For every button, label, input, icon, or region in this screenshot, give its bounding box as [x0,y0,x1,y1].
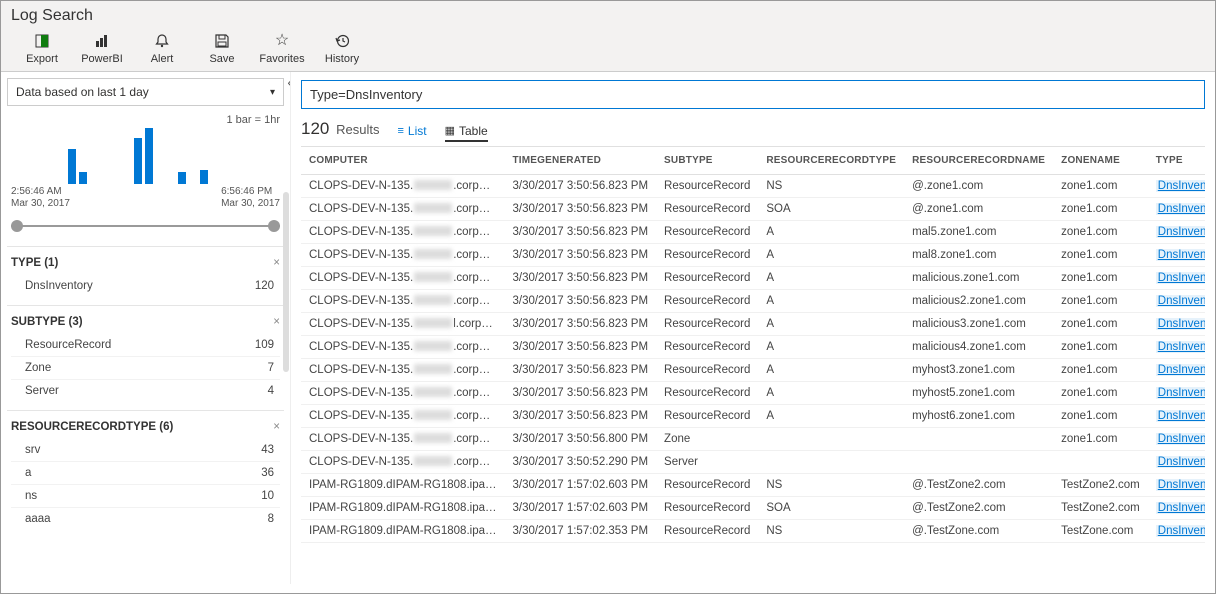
table-row[interactable]: CLOPS-DEV-N-135..corp…3/30/2017 3:50:56.… [301,404,1205,427]
slider-handle-start[interactable] [11,220,23,232]
powerbi-button[interactable]: PowerBI [85,33,119,65]
type-link[interactable]: DnsInventory [1156,525,1205,537]
type-link[interactable]: DnsInventory [1156,502,1205,514]
table-row[interactable]: CLOPS-DEV-N-135..corp…3/30/2017 3:50:56.… [301,358,1205,381]
column-header[interactable]: TYPE [1148,147,1205,175]
facet-item[interactable]: aaaa8 [11,508,280,530]
bell-icon [154,33,170,49]
export-button[interactable]: Export [25,33,59,65]
type-link[interactable]: DnsInventory [1156,410,1205,422]
facet-title: SUBTYPE (3) [11,316,83,328]
view-list-toggle[interactable]: ≡ List [397,124,426,138]
facet-item[interactable]: a36 [11,462,280,485]
time-histogram[interactable] [7,128,284,184]
facet-item[interactable]: srv43 [11,439,280,462]
histogram-bar[interactable] [134,138,142,184]
type-link[interactable]: DnsInventory [1156,180,1205,192]
table-row[interactable]: CLOPS-DEV-N-135..corp…3/30/2017 3:50:52.… [301,450,1205,473]
type-link[interactable]: DnsInventory [1156,479,1205,491]
type-link[interactable]: DnsInventory [1156,364,1205,376]
histogram-bar[interactable] [178,172,186,184]
results-bar: 120 Results ≡ List ▦ Table [301,119,1205,142]
collapse-sidebar-chevron-icon[interactable]: ‹ [287,74,291,90]
table-row[interactable]: CLOPS-DEV-N-135..corp…3/30/2017 3:50:56.… [301,427,1205,450]
type-link[interactable]: DnsInventory [1156,249,1205,261]
sidebar: ‹ Data based on last 1 day ▾ 1 bar = 1hr… [1,72,291,584]
table-row[interactable]: IPAM-RG1809.dIPAM-RG1808.ipa…3/30/2017 1… [301,496,1205,519]
facet-item[interactable]: ns10 [11,485,280,508]
table-row[interactable]: CLOPS-DEV-N-135..corp…3/30/2017 3:50:56.… [301,381,1205,404]
facet-item[interactable]: Zone7 [11,357,280,380]
save-icon [214,33,230,49]
type-link[interactable]: DnsInventory [1156,456,1205,468]
favorites-button[interactable]: ☆ Favorites [265,33,299,65]
type-link[interactable]: DnsInventory [1156,387,1205,399]
facet-item[interactable]: ResourceRecord109 [11,334,280,357]
facet-item[interactable]: Server4 [11,380,280,402]
page-title: Log Search [11,7,1205,25]
toolbar: Export PowerBI Alert Save ☆ Favorites Hi… [11,33,1205,65]
column-header[interactable]: COMPUTER [301,147,504,175]
results-table-wrap[interactable]: COMPUTERTIMEGENERATEDSUBTYPERESOURCERECO… [301,146,1205,585]
type-link[interactable]: DnsInventory [1156,318,1205,330]
type-link[interactable]: DnsInventory [1156,272,1205,284]
type-link[interactable]: DnsInventory [1156,433,1205,445]
facet-clear-icon[interactable]: × [273,257,280,269]
type-link[interactable]: DnsInventory [1156,226,1205,238]
facet-item[interactable]: DnsInventory120 [11,275,280,297]
history-button[interactable]: History [325,33,359,65]
time-range-dropdown[interactable]: Data based on last 1 day ▾ [7,78,284,106]
histogram-bar[interactable] [79,172,87,184]
query-input[interactable] [301,80,1205,109]
results-count: 120 [301,119,329,138]
column-header[interactable]: ZONENAME [1053,147,1148,175]
column-header[interactable]: TIMEGENERATED [504,147,656,175]
chart-time-labels: 2:56:46 AM Mar 30, 2017 6:56:46 PM Mar 3… [7,184,284,210]
table-row[interactable]: CLOPS-DEV-N-135..corp…3/30/2017 3:50:56.… [301,174,1205,197]
histogram-bar[interactable] [200,170,208,184]
type-link[interactable]: DnsInventory [1156,295,1205,307]
alert-button[interactable]: Alert [145,33,179,65]
slider-handle-end[interactable] [268,220,280,232]
sidebar-scrollbar[interactable] [283,192,289,372]
powerbi-icon [94,33,110,49]
table-row[interactable]: CLOPS-DEV-N-135..corp…3/30/2017 3:50:56.… [301,220,1205,243]
table-row[interactable]: CLOPS-DEV-N-135..corp…3/30/2017 3:50:56.… [301,335,1205,358]
table-row[interactable]: IPAM-RG1809.dIPAM-RG1808.ipa…3/30/2017 1… [301,473,1205,496]
facet-group: TYPE (1) × DnsInventory120 [7,246,284,305]
facet-title: RESOURCERECORDTYPE (6) [11,421,173,433]
facet-clear-icon[interactable]: × [273,316,280,328]
facet-group: RESOURCERECORDTYPE (6) × srv43a36ns10aaaa8 [7,410,284,538]
facet-clear-icon[interactable]: × [273,421,280,433]
histogram-bar[interactable] [145,128,153,184]
type-link[interactable]: DnsInventory [1156,341,1205,353]
list-icon: ≡ [397,125,403,137]
table-row[interactable]: CLOPS-DEV-N-135..corp…3/30/2017 3:50:56.… [301,266,1205,289]
history-icon [334,33,350,49]
table-row[interactable]: IPAM-RG1809.dIPAM-RG1808.ipa…3/30/2017 1… [301,519,1205,542]
main-panel: 120 Results ≡ List ▦ Table COMPUTERTIMEG… [291,72,1215,584]
chart-legend: 1 bar = 1hr [7,114,280,126]
results-table: COMPUTERTIMEGENERATEDSUBTYPERESOURCERECO… [301,147,1205,543]
time-range-slider[interactable] [11,220,280,232]
save-button[interactable]: Save [205,33,239,65]
facet-group: SUBTYPE (3) × ResourceRecord109Zone7Server… [7,305,284,410]
histogram-bar[interactable] [68,149,76,184]
app-header: Log Search Export PowerBI Alert Save ☆ F… [1,1,1215,72]
column-header[interactable]: RESOURCERECORDTYPE [758,147,904,175]
column-header[interactable]: RESOURCERECORDNAME [904,147,1053,175]
type-link[interactable]: DnsInventory [1156,203,1205,215]
table-row[interactable]: CLOPS-DEV-N-135..corp…3/30/2017 3:50:56.… [301,197,1205,220]
table-row[interactable]: CLOPS-DEV-N-135..corp…3/30/2017 3:50:56.… [301,289,1205,312]
column-header[interactable]: SUBTYPE [656,147,758,175]
table-icon: ▦ [445,124,455,137]
chevron-down-icon: ▾ [270,87,275,98]
star-icon: ☆ [274,33,290,49]
export-icon [34,33,50,49]
table-row[interactable]: CLOPS-DEV-N-135.l.corp…3/30/2017 3:50:56… [301,312,1205,335]
view-table-toggle[interactable]: ▦ Table [445,124,488,142]
facet-title: TYPE (1) [11,257,58,269]
table-row[interactable]: CLOPS-DEV-N-135..corp…3/30/2017 3:50:56.… [301,243,1205,266]
